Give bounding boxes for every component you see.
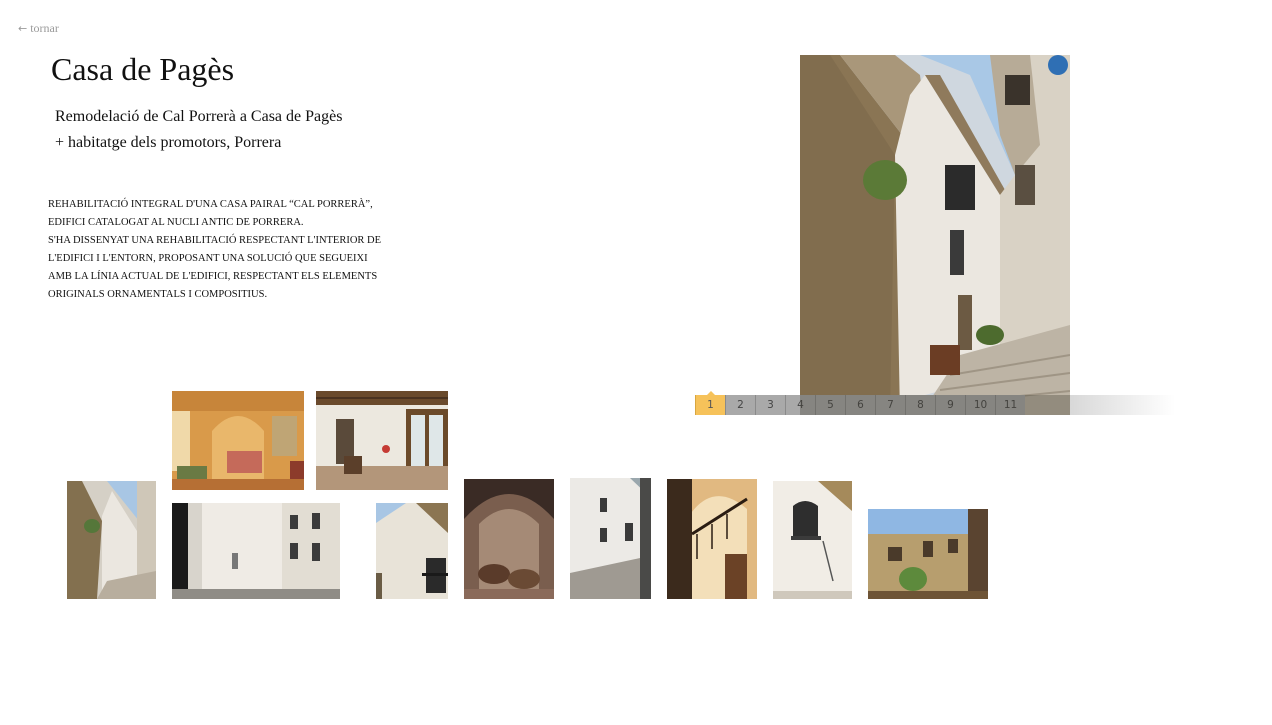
thumbnail-staircase[interactable] — [667, 479, 757, 599]
main-photo — [800, 55, 1070, 415]
pager-page-10[interactable]: 10 — [965, 395, 995, 415]
thumbnail-bedroom[interactable] — [172, 391, 304, 490]
description-line: ORIGINALS ORNAMENTALS I COMPOSITIUS. — [48, 289, 268, 300]
pager-page-7[interactable]: 7 — [875, 395, 905, 415]
back-link[interactable]: ← tornar — [18, 21, 59, 36]
description-line: EDIFICI CATALOGAT AL NUCLI ANTIC DE PORR… — [48, 217, 304, 228]
subtitle-line-1: Remodelació de Cal Porrerà a Casa de Pag… — [55, 108, 343, 125]
project-subtitle: Remodelació de Cal Porrerà a Casa de Pag… — [55, 104, 342, 156]
thumbnail-wine-cellar[interactable] — [464, 479, 554, 599]
pager-page-8[interactable]: 8 — [905, 395, 935, 415]
thumbnail-white-building[interactable] — [570, 478, 651, 599]
back-link-label: tornar — [30, 21, 59, 35]
description-line: REHABILITACIÓ INTEGRAL D'UNA CASA PAIRAL… — [48, 199, 373, 210]
arrow-left-icon: ← — [18, 22, 28, 35]
description-line: L'EDIFICI I L'ENTORN, PROPOSANT UNA SOLU… — [48, 253, 368, 264]
pager-page-3[interactable]: 3 — [755, 395, 785, 415]
subtitle-line-2: + habitatge dels promotors, Porrera — [55, 134, 282, 151]
thumbnail-living-room[interactable] — [316, 391, 448, 490]
thumbnail-window[interactable] — [773, 481, 852, 599]
description-line: S'HA DISSENYAT UNA REHABILITACIÓ RESPECT… — [48, 235, 382, 246]
thumbnail-balcony[interactable] — [376, 503, 448, 599]
pager-page-6[interactable]: 6 — [845, 395, 875, 415]
pager-page-4[interactable]: 4 — [785, 395, 815, 415]
slideshow-pager: 1 2 3 4 5 6 7 8 9 10 11 — [695, 391, 1175, 415]
pager-page-11[interactable]: 11 — [995, 395, 1025, 415]
description-line: AMB LA LÍNIA ACTUAL DE L'EDIFICI, RESPEC… — [48, 271, 378, 282]
pager-page-5[interactable]: 5 — [815, 395, 845, 415]
pager-page-1[interactable]: 1 — [695, 391, 725, 415]
thumbnail-facade[interactable] — [172, 503, 340, 599]
pager-page-9[interactable]: 9 — [935, 395, 965, 415]
pager-page-2[interactable]: 2 — [725, 395, 755, 415]
page-title: Casa de Pagès — [51, 51, 235, 87]
project-description: REHABILITACIÓ INTEGRAL D'UNA CASA PAIRAL… — [48, 196, 408, 304]
thumbnail-street[interactable] — [67, 481, 156, 599]
thumbnail-village-view[interactable] — [868, 509, 988, 599]
